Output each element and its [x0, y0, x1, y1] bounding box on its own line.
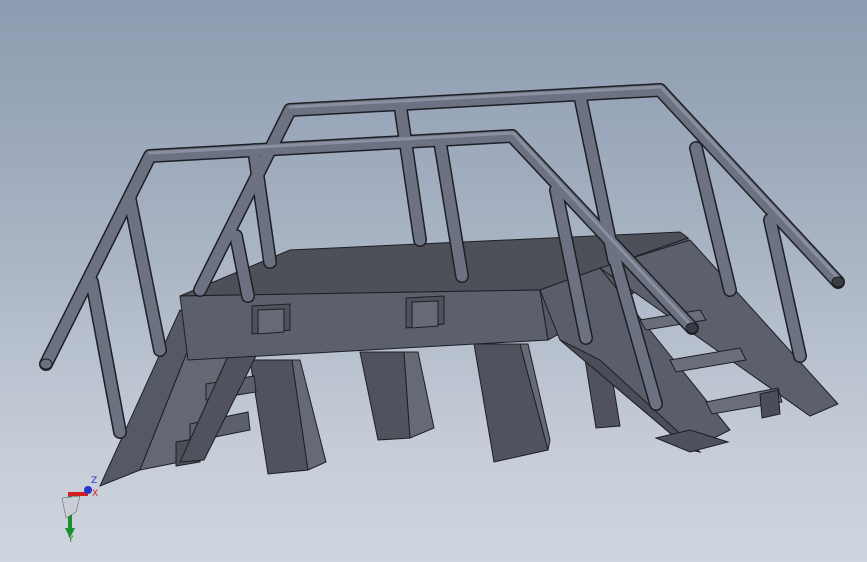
z-axis-arrow [84, 486, 92, 494]
z-axis-label: Z [91, 476, 97, 486]
platform-support-columns [249, 339, 621, 475]
axis-triad: Z X Y [61, 476, 98, 542]
3d-model-view[interactable] [0, 0, 867, 562]
y-axis-label: Y [67, 535, 74, 542]
graphics-viewport[interactable]: Z X Y [0, 0, 867, 562]
x-axis-label: X [92, 489, 98, 499]
